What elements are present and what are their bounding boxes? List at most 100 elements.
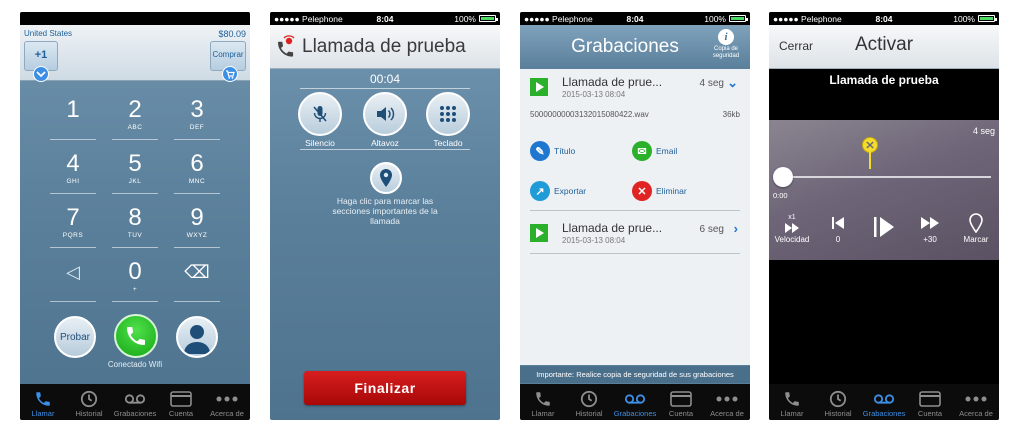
- key-5[interactable]: 5 JKL: [104, 150, 166, 198]
- progress-track[interactable]: [781, 176, 991, 178]
- location-pin-icon: [380, 169, 392, 187]
- mute-button[interactable]: Silencio: [290, 92, 350, 148]
- tab-llamar[interactable]: Llamar: [20, 384, 66, 420]
- backspace-key[interactable]: ⌫: [166, 258, 228, 306]
- recording-phone-icon: [278, 34, 295, 57]
- tab-acerca-de[interactable]: Acerca de: [204, 384, 250, 420]
- skip-forward-label: +30: [923, 235, 937, 244]
- skip-back-button[interactable]: 0: [815, 202, 861, 246]
- play-icon[interactable]: [530, 78, 548, 96]
- status-bar: ●●●●● Pelephone 8:04 100%: [270, 12, 500, 25]
- page-title: Grabaciones: [571, 36, 679, 57]
- tab-cuenta[interactable]: Cuenta: [907, 384, 953, 420]
- play-icon: [874, 217, 894, 237]
- skip-forward-button[interactable]: +30: [907, 202, 953, 246]
- country-label: United States: [24, 29, 73, 38]
- key-4[interactable]: 4 GHI: [42, 150, 104, 198]
- delete-button[interactable]: ✕ Eliminar: [632, 181, 687, 201]
- speaker-button[interactable]: Altavoz: [355, 92, 415, 148]
- mic-off-icon: [313, 106, 327, 122]
- tab-bar: Llamar Historial Grabaciones Cuenta Acerca d…: [520, 384, 750, 420]
- cursor-left-key[interactable]: ◁: [42, 258, 104, 306]
- speed-button[interactable]: x1 Velocidad: [769, 202, 815, 246]
- playback-position: 0:00: [773, 191, 788, 200]
- play-button[interactable]: [861, 202, 907, 246]
- edit-icon: ✎: [530, 141, 550, 161]
- tab-cuenta[interactable]: Cuenta: [158, 384, 204, 420]
- recordings-header: Grabaciones i Copia de seguridad: [520, 25, 750, 69]
- recording-date: 2015-03-13 08:04: [562, 90, 626, 99]
- battery-percent: 100%: [953, 13, 975, 24]
- mark-pin-icon[interactable]: [860, 136, 880, 170]
- tab-llamar[interactable]: Llamar: [520, 384, 566, 420]
- tab-cuenta[interactable]: Cuenta: [658, 384, 704, 420]
- tab-llamar[interactable]: Llamar: [769, 384, 815, 420]
- mark-button[interactable]: Marcar: [953, 202, 999, 246]
- key-6[interactable]: 6 MNC: [166, 150, 228, 198]
- call-button[interactable]: [114, 314, 158, 358]
- delete-label: Eliminar: [656, 186, 687, 196]
- tab-grabaciones[interactable]: Grabaciones: [112, 384, 158, 420]
- key-9[interactable]: 9 WXYZ: [166, 204, 228, 252]
- chevron-down-icon[interactable]: [33, 66, 49, 82]
- keypad-button[interactable]: Teclado: [418, 92, 478, 148]
- tab-bar: Llamar Historial Grabaciones Cuenta Acerca d…: [769, 384, 999, 420]
- tab-grabaciones[interactable]: Grabaciones: [861, 384, 907, 420]
- player-controls: x1 Velocidad 0 +30 Marcar: [769, 202, 999, 246]
- progress-knob[interactable]: [773, 167, 793, 187]
- tab-historial[interactable]: Historial: [566, 384, 612, 420]
- contacts-button[interactable]: [176, 316, 218, 358]
- rename-button[interactable]: ✎ Título: [530, 141, 575, 161]
- recording-item[interactable]: Llamada de prue... 2015-03-13 08:04 4 se…: [520, 69, 750, 107]
- chevron-right-icon[interactable]: ›: [734, 221, 738, 236]
- speaker-icon: [377, 107, 395, 121]
- more-icon: [965, 389, 987, 409]
- tab-label: Cuenta: [917, 409, 943, 418]
- card-icon: [919, 389, 941, 409]
- tab-label: Grabaciones: [113, 409, 157, 418]
- email-button[interactable]: ✉ Email: [632, 141, 677, 161]
- key-1[interactable]: 1: [42, 96, 104, 144]
- export-icon: ↗: [530, 181, 550, 201]
- call-header: Llamada de prueba: [270, 25, 500, 69]
- mark-hint: Haga clic para marcar las secciones impo…: [332, 196, 438, 226]
- key-3[interactable]: 3 DEF: [166, 96, 228, 144]
- mail-icon: ✉: [632, 141, 652, 161]
- tab-acerca-de[interactable]: Acerca de: [953, 384, 999, 420]
- divider: [530, 253, 740, 254]
- tab-grabaciones[interactable]: Grabaciones: [612, 384, 658, 420]
- mute-label: Silencio: [305, 138, 335, 148]
- voicemail-icon: [873, 389, 895, 409]
- export-button[interactable]: ↗ Exportar: [530, 181, 586, 201]
- more-icon: [216, 389, 238, 409]
- more-icon: [716, 389, 738, 409]
- key-8[interactable]: 8 TUV: [104, 204, 166, 252]
- end-call-button[interactable]: Finalizar: [304, 371, 466, 405]
- export-label: Exportar: [554, 186, 587, 196]
- tab-historial[interactable]: Historial: [815, 384, 861, 420]
- tab-label: Llamar: [780, 409, 804, 418]
- mark-section-button[interactable]: [370, 162, 402, 194]
- cart-icon[interactable]: [222, 66, 238, 82]
- chevron-down-icon[interactable]: ⌄: [727, 75, 738, 91]
- key-2[interactable]: 2 ABC: [104, 96, 166, 144]
- test-call-button[interactable]: Probar: [54, 316, 96, 358]
- backup-button[interactable]: i Copia de seguridad: [708, 29, 744, 60]
- recording-name: Llamada de prue...: [562, 75, 663, 89]
- rename-label: Título: [554, 146, 576, 156]
- divider: [530, 210, 740, 211]
- recording-item[interactable]: Llamada de prue... 2015-03-13 08:04 6 se…: [520, 215, 750, 253]
- player-panel: 4 seg 0:00 x1 Velocidad 0 +30 Marcar: [769, 120, 999, 260]
- recording-duration: 4 seg: [699, 78, 724, 89]
- tab-label: Acerca de: [710, 409, 744, 418]
- key-7[interactable]: 7 PQRS: [42, 204, 104, 252]
- delete-icon: ✕: [632, 181, 652, 201]
- recording-filesize: 36kb: [722, 110, 740, 119]
- tab-acerca-de[interactable]: Acerca de: [704, 384, 750, 420]
- play-icon[interactable]: [530, 224, 548, 242]
- key-0[interactable]: 0 +: [104, 258, 166, 306]
- tab-historial[interactable]: Historial: [66, 384, 112, 420]
- skip-back-icon: [832, 217, 844, 229]
- recordings-screen: ●●●●● Pelephone 8:04 100% Grabaciones i …: [520, 12, 750, 420]
- divider: [300, 88, 470, 89]
